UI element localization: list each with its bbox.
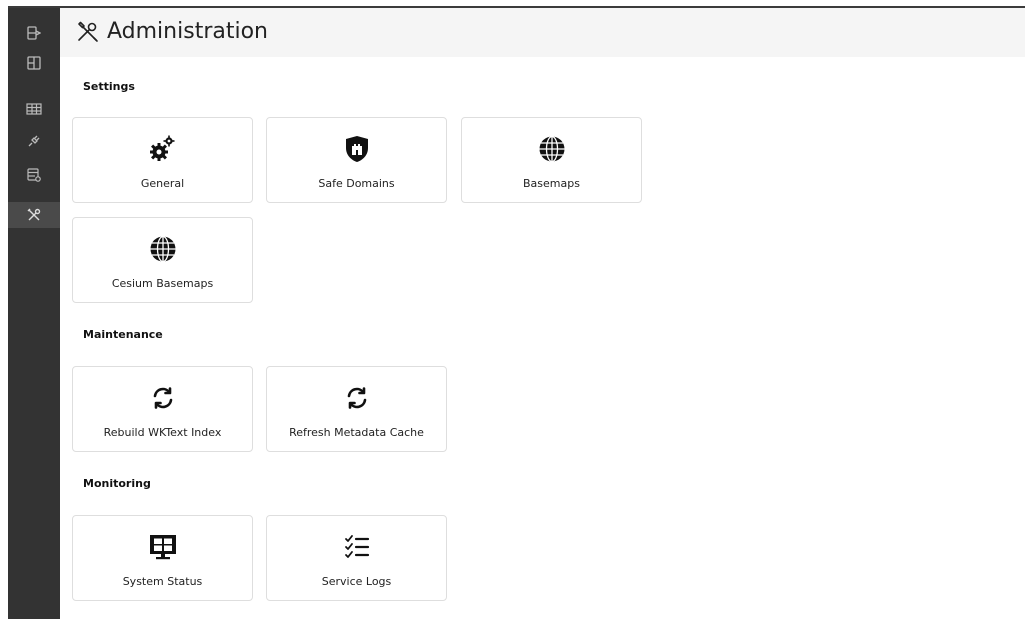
card-label: System Status xyxy=(122,575,203,588)
globe-icon xyxy=(462,132,641,166)
general-card[interactable]: General xyxy=(72,117,253,203)
cesium-basemaps-card[interactable]: Cesium Basemaps xyxy=(72,217,253,303)
card-label: General xyxy=(140,177,185,190)
tools-icon xyxy=(27,208,41,222)
database-settings-icon xyxy=(27,168,41,182)
shield-castle-icon xyxy=(267,132,446,166)
tools-icon xyxy=(76,20,100,44)
gears-icon xyxy=(73,132,252,166)
refresh-icon xyxy=(267,381,446,415)
card-label: Service Logs xyxy=(321,575,392,588)
service-logs-card[interactable]: Service Logs xyxy=(266,515,447,601)
section-heading-settings: Settings xyxy=(83,80,135,93)
sidebar-item-tables[interactable] xyxy=(8,96,60,122)
system-status-card[interactable]: System Status xyxy=(72,515,253,601)
sidebar-item-login[interactable] xyxy=(8,20,60,46)
app-window: Administration Settings General Safe Dom… xyxy=(0,0,1025,619)
section-heading-maintenance: Maintenance xyxy=(83,328,163,341)
card-label: Basemaps xyxy=(523,177,580,190)
plug-icon xyxy=(27,134,41,148)
safe-domains-card[interactable]: Safe Domains xyxy=(266,117,447,203)
monitor-icon xyxy=(73,530,252,564)
basemaps-card[interactable]: Basemaps xyxy=(461,117,642,203)
sidebar-item-dashboard[interactable] xyxy=(8,50,60,76)
sidebar-item-administration[interactable] xyxy=(8,202,60,228)
globe-icon xyxy=(73,232,252,266)
sign-in-icon xyxy=(27,26,41,40)
card-label: Refresh Metadata Cache xyxy=(289,426,424,439)
page-title: Administration xyxy=(107,19,268,44)
checklist-icon xyxy=(267,530,446,564)
rebuild-wktext-index-card[interactable]: Rebuild WKText Index xyxy=(72,366,253,452)
card-label: Rebuild WKText Index xyxy=(103,426,222,439)
sidebar-item-connections[interactable] xyxy=(8,128,60,154)
sidebar-item-database[interactable] xyxy=(8,162,60,188)
dashboard-icon xyxy=(27,56,41,70)
table-icon xyxy=(26,103,42,115)
refresh-icon xyxy=(73,381,252,415)
card-label: Safe Domains xyxy=(318,177,395,190)
section-heading-monitoring: Monitoring xyxy=(83,477,151,490)
refresh-metadata-cache-card[interactable]: Refresh Metadata Cache xyxy=(266,366,447,452)
sidebar xyxy=(8,8,60,619)
card-label: Cesium Basemaps xyxy=(111,277,214,290)
window-margin xyxy=(0,0,8,619)
